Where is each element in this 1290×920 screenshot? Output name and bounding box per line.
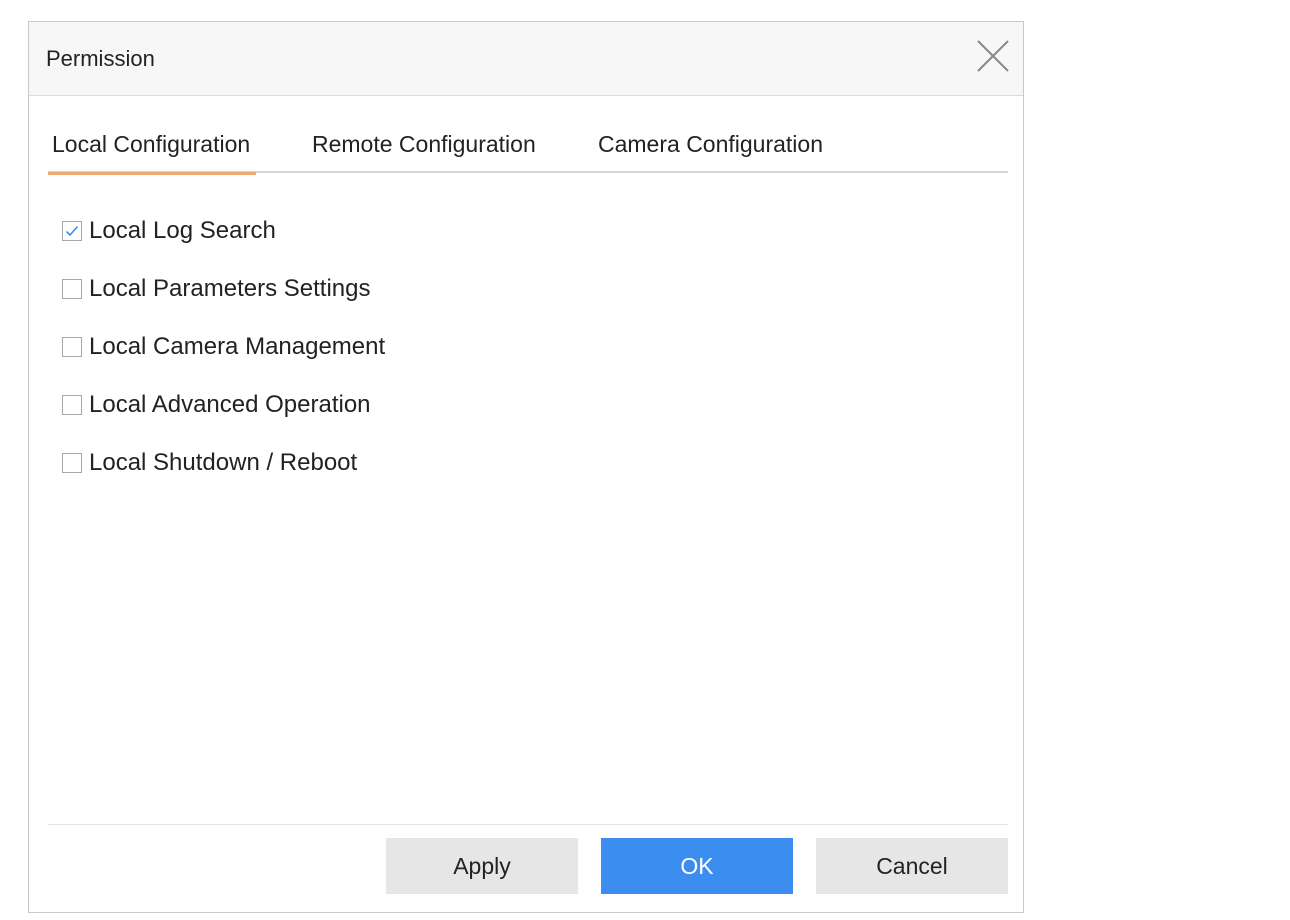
- dialog-titlebar: Permission: [29, 22, 1023, 96]
- option-label: Local Camera Management: [89, 333, 386, 360]
- permission-dialog: Permission Local Configuration Remote Co…: [28, 21, 1024, 913]
- checkbox[interactable]: [62, 221, 82, 241]
- tab-remote-configuration[interactable]: Remote Configuration: [312, 131, 536, 158]
- footer-divider: [48, 824, 1008, 825]
- checkbox[interactable]: [62, 337, 82, 357]
- option-label: Local Log Search: [89, 217, 276, 244]
- cancel-button[interactable]: Cancel: [816, 838, 1008, 894]
- checkbox[interactable]: [62, 453, 82, 473]
- checkbox[interactable]: [62, 279, 82, 299]
- checkmark-icon: [65, 225, 79, 237]
- option-label: Local Parameters Settings: [89, 275, 371, 302]
- dialog-title: Permission: [46, 46, 155, 71]
- option-label: Local Advanced Operation: [89, 391, 371, 418]
- apply-button[interactable]: Apply: [386, 838, 578, 894]
- option-label: Local Shutdown / Reboot: [89, 449, 358, 476]
- tab-bar: Local Configuration Remote Configuration…: [47, 95, 1008, 175]
- tab-local-configuration[interactable]: Local Configuration: [47, 131, 257, 175]
- ok-button[interactable]: OK: [601, 838, 793, 894]
- checkbox[interactable]: [62, 395, 82, 415]
- tab-camera-configuration[interactable]: Camera Configuration: [598, 131, 823, 158]
- close-icon[interactable]: [976, 39, 1010, 73]
